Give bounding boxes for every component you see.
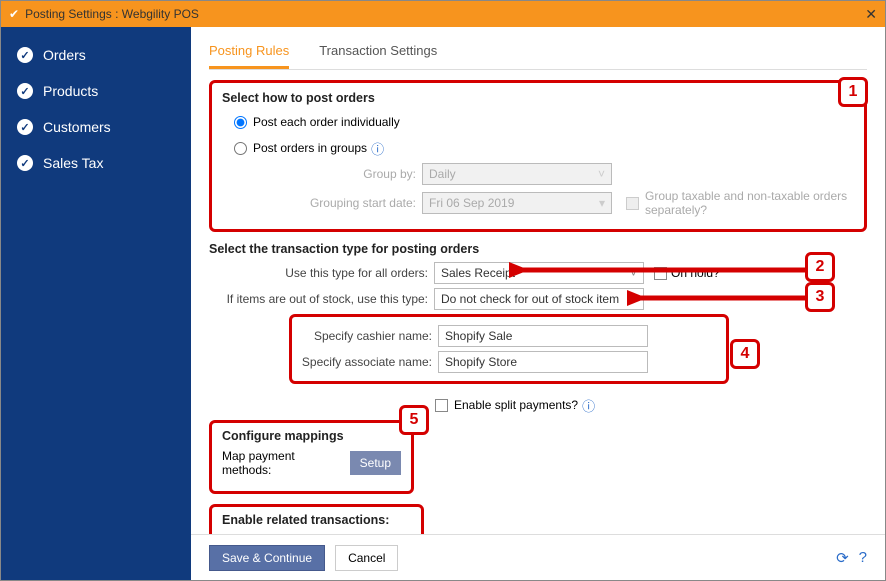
oos-label: If items are out of stock, use this type… [209,292,434,306]
type-label: Use this type for all orders: [209,266,434,280]
start-date-picker: Fri 06 Sep 2019 ▾ [422,192,612,214]
chevron-down-icon: ˅ [598,167,605,181]
radio-post-groups[interactable]: Post orders in groups ⓘ [222,137,854,159]
transaction-type-select[interactable]: Sales Receipt ˅ [434,262,644,284]
sidebar-item-label: Sales Tax [43,155,103,171]
radio-input[interactable] [234,142,247,155]
cashier-label: Specify cashier name: [300,329,438,343]
radio-input[interactable] [234,116,247,129]
refresh-icon[interactable]: ⟳ [836,549,849,567]
callout-1: 1 [838,77,868,107]
arrow-3 [627,284,817,314]
tab-transaction-settings[interactable]: Transaction Settings [319,37,437,69]
help-icon[interactable]: ? [859,549,867,566]
sidebar: ✓ Orders ✓ Products ✓ Customers ✓ Sales … [1,27,191,580]
sidebar-item-customers[interactable]: ✓ Customers [1,109,191,145]
associate-label: Specify associate name: [300,355,438,369]
onhold-label: On hold? [671,266,720,280]
section-heading: Select the transaction type for posting … [209,242,867,256]
section-heading: Configure mappings [222,429,401,443]
radio-post-individually[interactable]: Post each order individually [222,111,854,133]
group-taxable-checkbox [626,197,639,210]
chevron-down-icon: ˅ [630,266,637,280]
combo-value: Do not check for out of stock item [441,292,619,306]
chevron-down-icon: ˅ [630,292,637,306]
sidebar-item-sales-tax[interactable]: ✓ Sales Tax [1,145,191,181]
sidebar-item-label: Products [43,83,98,99]
info-icon[interactable]: ⓘ [582,396,595,415]
check-icon: ✓ [17,83,33,99]
callout-2: 2 [805,252,835,282]
main-panel: Posting Rules Transaction Settings 1 Sel… [191,27,885,580]
tabs: Posting Rules Transaction Settings [209,37,867,70]
group-by-label: Group by: [272,167,422,181]
cashier-input[interactable] [438,325,648,347]
combo-value: Daily [429,167,456,181]
title-bar: ✔ Posting Settings : Webgility POS ✕ [1,1,885,27]
associate-input[interactable] [438,351,648,373]
sidebar-item-label: Customers [43,119,111,135]
calendar-dropdown-icon: ▾ [599,196,605,210]
sidebar-item-products[interactable]: ✓ Products [1,73,191,109]
window-title: Posting Settings : Webgility POS [25,7,199,21]
onhold-checkbox[interactable] [654,267,667,280]
footer: Save & Continue Cancel ⟳ ? [191,534,885,580]
radio-label: Post orders in groups [253,141,367,155]
group-by-select: Daily ˅ [422,163,612,185]
save-continue-button[interactable]: Save & Continue [209,545,325,571]
check-icon: ✓ [17,47,33,63]
info-icon[interactable]: ⓘ [371,139,384,158]
group-taxable-label: Group taxable and non-taxable orders sep… [645,189,854,217]
check-icon: ✓ [17,155,33,171]
split-payments-label: Enable split payments? [454,398,578,412]
oos-type-select[interactable]: Do not check for out of stock item ˅ [434,288,644,310]
cancel-button[interactable]: Cancel [335,545,398,571]
section-heading: Enable related transactions: [222,513,411,527]
start-date-label: Grouping start date: [272,196,422,210]
highlight-box-1: 1 Select how to post orders Post each or… [209,80,867,232]
combo-value: Sales Receipt [441,266,515,280]
check-icon: ✓ [17,119,33,135]
callout-5: 5 [399,405,429,435]
app-icon: ✔ [9,7,19,21]
highlight-box-4: Specify cashier name: Specify associate … [289,314,729,384]
sidebar-item-orders[interactable]: ✓ Orders [1,37,191,73]
sidebar-item-label: Orders [43,47,86,63]
section-heading: Select how to post orders [222,91,854,105]
radio-label: Post each order individually [253,115,400,129]
split-payments-checkbox[interactable] [435,399,448,412]
highlight-box-5: 5 Configure mappings Map payment methods… [209,420,414,494]
callout-4: 4 [730,339,760,369]
date-value: Fri 06 Sep 2019 [429,196,514,210]
map-payment-label: Map payment methods: [222,449,342,477]
setup-button[interactable]: Setup [350,451,401,475]
tab-posting-rules[interactable]: Posting Rules [209,37,289,69]
close-icon[interactable]: ✕ [865,6,877,23]
callout-3: 3 [805,282,835,312]
